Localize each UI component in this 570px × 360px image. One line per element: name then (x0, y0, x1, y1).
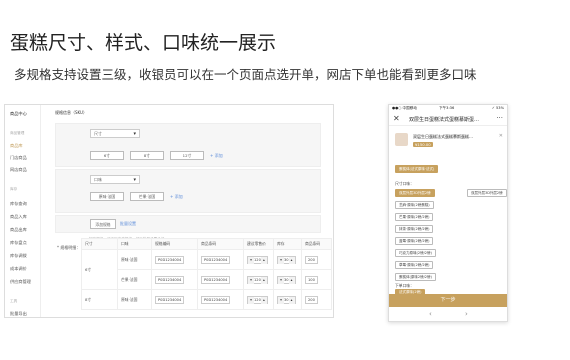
option-chip[interactable]: 蛋糕体(原味2磅/2磅) (395, 273, 436, 281)
time-text: 下午3:36 (439, 106, 455, 110)
cell-size: 8寸 (81, 289, 118, 310)
product-price: ¥150.00 (413, 142, 433, 147)
th-size: 尺寸 (81, 238, 118, 250)
spec2-chip[interactable]: 原味·法国 (90, 192, 124, 201)
price-stepper[interactable]: ▾ 120 ▴ (247, 295, 268, 304)
price-stepper[interactable]: ▾ 120 ▴ (247, 275, 268, 284)
th-stock: 库存 (273, 238, 302, 250)
cell-flavor: 原味·法国 (117, 249, 152, 270)
price-stepper[interactable]: ▾ 120 ▴ (247, 255, 268, 264)
selected-option-chip[interactable]: 蛋糕体(法式原味·法式) (395, 165, 439, 173)
spec1-panel: 尺寸 6寸 8寸 12寸 + 添加 (55, 123, 321, 167)
option-chip[interactable]: 抹茶·原味(2磅/2磅) (395, 225, 434, 233)
carrier-text: ●●○ 中国移动 (392, 106, 417, 110)
option-chip[interactable]: 芒果·原味(2磅/2磅) (395, 213, 434, 221)
close-icon[interactable]: ✕ (393, 114, 400, 123)
extra-input[interactable]: 100 (305, 275, 318, 284)
th-extra: 商品条码 (301, 238, 332, 250)
spec1-select[interactable]: 尺寸 (90, 129, 140, 138)
spec2-panel: 口味 原味·法国 芒果·法国 + 添加 (55, 169, 321, 213)
stock-stepper[interactable]: ▾ 30 ▴ (277, 275, 296, 284)
th-code: 规格编码 (151, 238, 198, 250)
battery-text: ✓ 53% (491, 106, 504, 110)
spec2-select[interactable]: 口味 (90, 175, 140, 184)
sidebar-item[interactable]: 供应商管理 (10, 279, 31, 285)
sidebar-item[interactable]: 批量导出 (10, 311, 27, 317)
close-icon[interactable]: ✕ (499, 133, 503, 139)
code-input[interactable]: P0D1234004 (155, 275, 185, 284)
page-title: 蛋糕尺寸、样式、口味统一展示 (10, 32, 277, 54)
cell-size: 6寸 (81, 249, 118, 290)
sidebar-item[interactable]: 库存调拨 (10, 253, 27, 259)
spec2-add-link[interactable]: + 添加 (170, 194, 183, 200)
nav-title: 双层生日蛋糕法式蛋糕慕斯蛋… (409, 117, 480, 123)
option-chip[interactable]: 双层外层3D外层2磅 (467, 189, 507, 197)
sku-table: 尺寸 口味 规格编码 商品条码 建议零售价 库存 商品条码 6寸 原味·法国 P… (81, 238, 332, 310)
option-chip[interactable]: 芝麻·原味(2磅蛋糕) (395, 201, 434, 209)
barcode-input[interactable]: P0D1234004 (201, 255, 231, 264)
cell-flavor: 原味·法国 (117, 289, 152, 310)
forward-icon[interactable]: › (465, 310, 468, 318)
stock-stepper[interactable]: ▾ 30 ▴ (277, 295, 296, 304)
product-thumbnail (395, 133, 408, 146)
stock-label: * 规格明细： (57, 245, 81, 250)
sidebar-item-online-products[interactable]: 网店商品 (10, 167, 27, 173)
section-title: 规格信息（SKU） (55, 110, 87, 115)
phone-nav-bar: ✕ 双层生日蛋糕法式蛋糕慕斯蛋… ··· (389, 114, 507, 126)
product-name: 双层生日蛋糕法式蛋糕慕斯蛋糕… (413, 134, 473, 139)
more-icon[interactable]: ··· (496, 114, 503, 122)
price-value: 120 (254, 297, 261, 302)
sidebar-item[interactable]: 商品出库 (10, 227, 27, 233)
sidebar-item-product-library[interactable]: 商品库 (10, 143, 23, 149)
status-bar: ●●○ 中国移动 下午3:36 ✓ 53% (389, 105, 507, 112)
product-summary: 双层生日蛋糕法式蛋糕慕斯蛋糕… ¥150.00 ✕ (395, 133, 503, 163)
option-chip[interactable]: 草莓·原味(2磅/2磅) (395, 261, 434, 269)
barcode-input[interactable]: P0D1234004 (201, 295, 231, 304)
cell-flavor: 芒果·法国 (117, 269, 152, 290)
table-row: 6寸 原味·法国 P0D1234004 P0D1234004 ▾ 120 ▴ ▾ 30… (81, 249, 332, 290)
sidebar-item[interactable]: 商品入库 (10, 214, 27, 220)
sidebar-item[interactable]: 库存盘点 (10, 240, 27, 246)
barcode-input[interactable]: P0D1234004 (201, 275, 231, 284)
sidebar-group: 商品管理 (10, 131, 25, 135)
spec1-chip[interactable]: 6寸 (90, 151, 124, 160)
option-chip[interactable]: 巧克力原味(2磅/2磅) (395, 249, 436, 257)
table-row: 8寸 原味·法国 P0D1234004 P0D1234004 ▾ 120 ▴ ▾ 30… (81, 289, 332, 310)
batch-set-link[interactable]: 批量设置 (120, 221, 136, 227)
table-row: 芒果·法国 P0D1234004 P0D1234004 ▾ 120 ▴ ▾ 30 ▴ 1… (82, 269, 332, 290)
extra-input[interactable]: 200 (305, 295, 318, 304)
phone-mockup: ●●○ 中国移动 下午3:36 ✓ 53% ✕ 双层生日蛋糕法式蛋糕慕斯蛋… ·… (388, 104, 508, 322)
spec1-add-link[interactable]: + 添加 (210, 153, 223, 159)
th-flavor: 口味 (117, 238, 152, 250)
page-subtitle: 多规格支持设置三级，收银员可以在一个页面点选开单，网店下单也能看到更多口味 (14, 67, 477, 82)
sidebar-group: 库存 (10, 187, 18, 191)
spec1-chip[interactable]: 8寸 (130, 151, 164, 160)
sidebar-item[interactable]: 成本调价 (10, 266, 27, 272)
sidebar: 商品中心 商品管理 商品库 门店商品 网店商品 库存 库存查询 商品入库 商品出… (5, 105, 41, 317)
price-value: 120 (254, 257, 261, 262)
sidebar-item[interactable]: 库存查询 (10, 201, 27, 207)
spec2-chip[interactable]: 芒果·法国 (130, 192, 164, 201)
add-spec-button[interactable]: 添加规格 (90, 219, 116, 229)
back-icon[interactable]: ‹ (429, 310, 432, 318)
th-price: 建议零售价 (243, 238, 274, 250)
option-chip[interactable]: 双层外层3D外层2磅 (395, 189, 435, 197)
browser-bottom-bar: ‹ › (389, 310, 507, 321)
next-button[interactable]: 下一步 (389, 294, 507, 307)
th-barcode: 商品条码 (197, 238, 244, 250)
stock-stepper[interactable]: ▾ 30 ▴ (277, 255, 296, 264)
price-value: 120 (254, 277, 261, 282)
code-input[interactable]: P0D1234004 (155, 295, 185, 304)
option-group-label: 尺寸口味： (395, 181, 414, 186)
option-chip[interactable]: 蓝莓·原味(2磅/2磅) (395, 237, 434, 245)
code-input[interactable]: P0D1234004 (155, 255, 185, 264)
table-header-row: 尺寸 口味 规格编码 商品条码 建议零售价 库存 商品条码 (81, 238, 332, 250)
spec1-chip[interactable]: 12寸 (170, 151, 204, 160)
sidebar-item-store-products[interactable]: 门店商品 (10, 155, 27, 161)
extra-input[interactable]: 200 (305, 255, 318, 264)
spec-actions-panel: 添加规格 批量设置 (55, 215, 321, 233)
sidebar-group: 工具 (10, 299, 18, 303)
sidebar-header: 商品中心 (10, 111, 27, 116)
